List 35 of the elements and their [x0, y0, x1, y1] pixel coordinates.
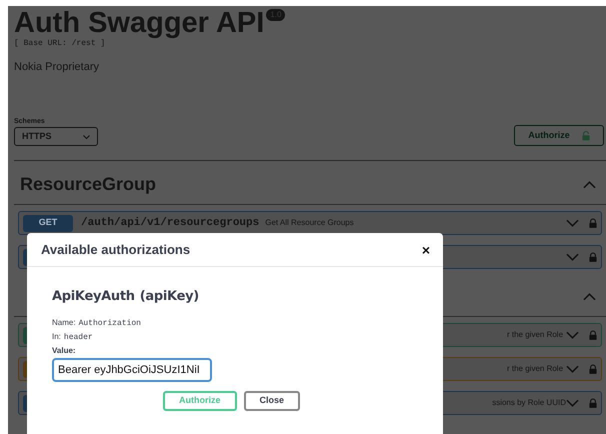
scheme-type: (apiKey) — [140, 288, 199, 306]
value-label: Value: — [52, 344, 77, 356]
name-label: Name: — [52, 316, 76, 328]
lock-icon — [589, 364, 597, 374]
operation-row[interactable]: GET /auth/api/v1/resourcegroups Get All Resource Groups — [18, 211, 602, 235]
lock-icon — [589, 252, 597, 262]
in-value: header — [64, 332, 93, 344]
chevron-up-icon[interactable] — [583, 292, 596, 300]
chevron-down-icon — [566, 219, 579, 227]
chevron-down-icon — [566, 365, 579, 373]
lock-icon — [582, 130, 590, 140]
api-description: Nokia Proprietary — [14, 60, 100, 74]
base-url: [ Base URL: /rest ] — [14, 39, 106, 49]
operation-summary: ssions by Role UUID — [492, 397, 566, 409]
chevron-down-icon — [566, 253, 579, 261]
value-input[interactable]: Bearer eyJhbGciOiJSUzI1NiI — [52, 358, 212, 382]
close-button[interactable]: × — [422, 242, 430, 256]
chevron-up-icon[interactable] — [583, 180, 596, 188]
lock-icon — [589, 330, 597, 340]
in-label: In: — [52, 330, 61, 342]
modal-title: Available authorizations — [41, 240, 190, 259]
chevron-down-icon — [566, 399, 579, 407]
method-badge: GET — [23, 214, 73, 232]
name-value: Authorization — [78, 318, 141, 330]
lock-icon — [589, 218, 597, 228]
operation-summary: Get All Resource Groups — [265, 217, 354, 229]
lock-icon — [589, 398, 597, 408]
operation-summary: r the given Role — [507, 329, 564, 341]
operation-path: /auth/api/v1/resourcegroups — [81, 216, 260, 231]
chevron-down-icon — [566, 331, 579, 339]
scheme-name: ApiKeyAuth — [52, 288, 135, 306]
api-title: Auth Swagger API — [14, 7, 264, 39]
close-button[interactable]: Close — [244, 390, 300, 410]
chevron-down-icon — [83, 134, 90, 138]
operation-summary: r the given Role — [507, 363, 564, 375]
